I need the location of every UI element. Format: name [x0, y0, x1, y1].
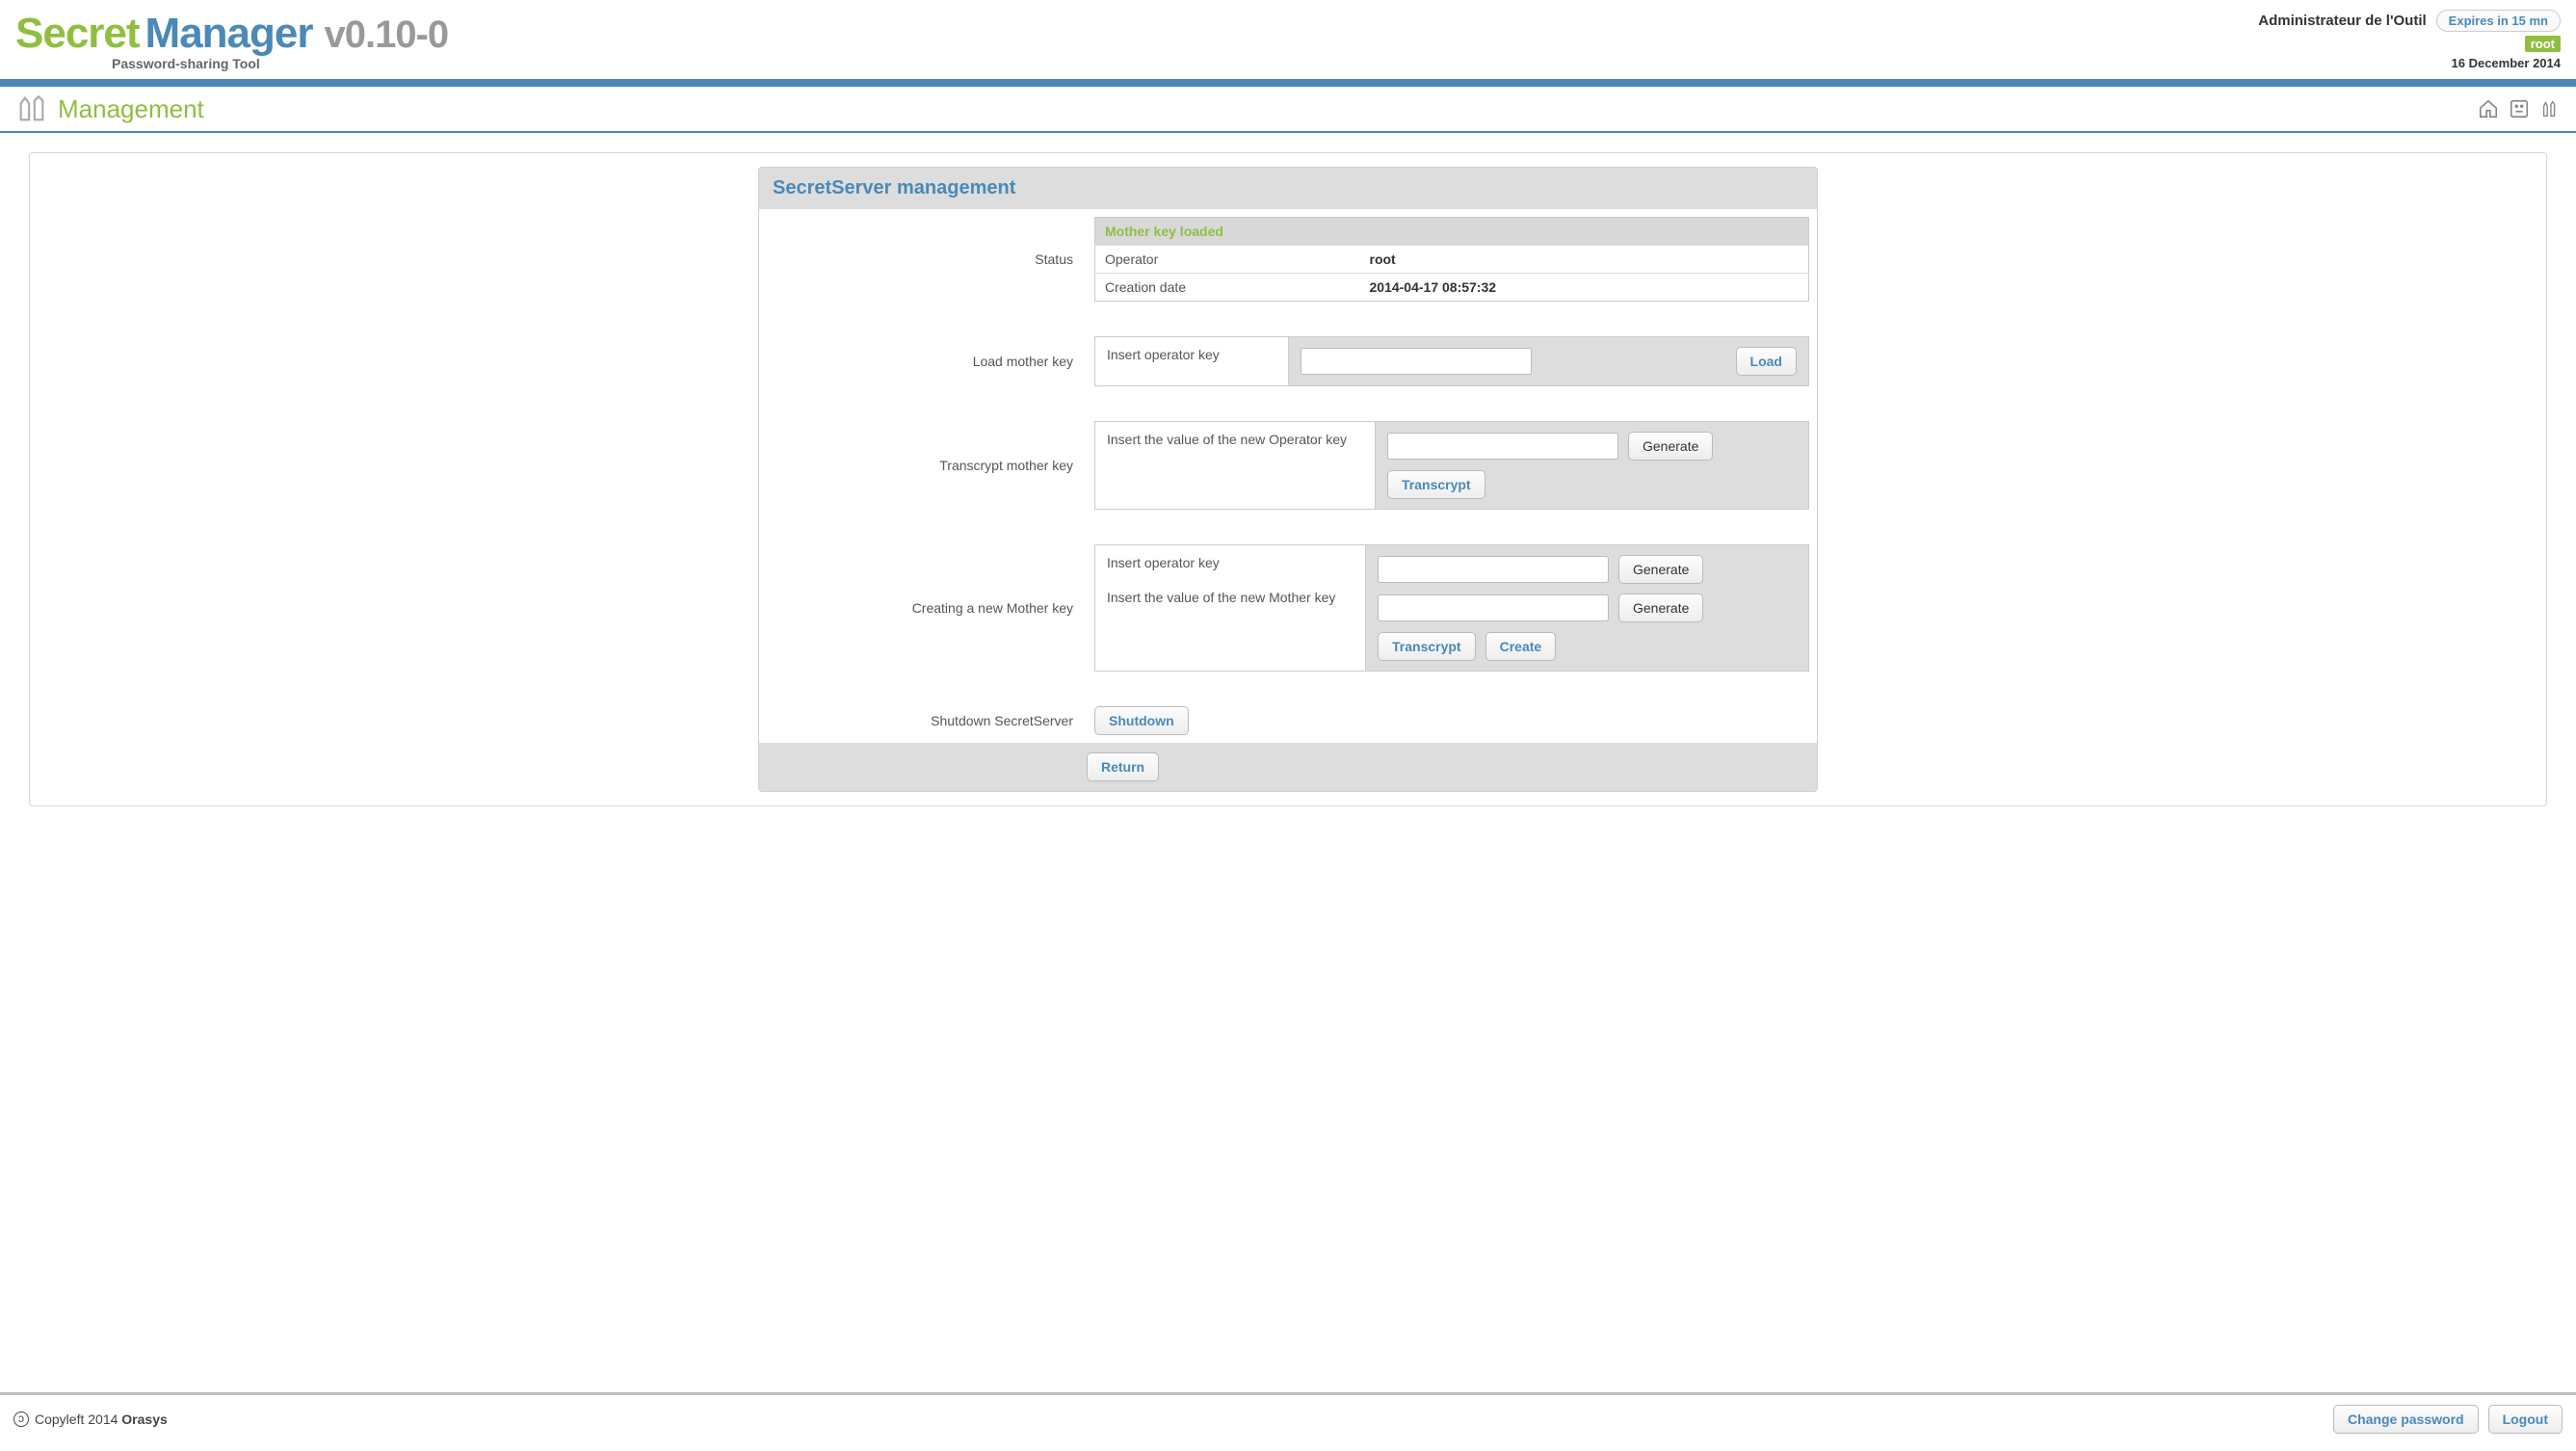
operator-value: root — [1360, 246, 1809, 274]
transcrypt-mother-key-label: Transcrypt mother key — [759, 413, 1087, 517]
divider-bar — [0, 79, 2576, 87]
admin-label: Administrateur de l'Outil — [2258, 13, 2426, 29]
copyleft-org: Orasys — [121, 1411, 167, 1427]
header: SecretManager v0.10-0 Password-sharing T… — [0, 0, 2576, 79]
status-table: Mother key loaded Operator root Creation… — [1094, 217, 1809, 302]
load-mother-key-label: Load mother key — [759, 329, 1087, 394]
home-icon[interactable] — [2478, 98, 2499, 119]
load-button[interactable]: Load — [1736, 347, 1797, 376]
create-mother-key-box: Insert operator key Insert the value of … — [1094, 544, 1809, 672]
return-row: Return — [759, 743, 1817, 791]
copyleft: c Copyleft 2014 Orasys — [13, 1411, 168, 1427]
status-label: Status — [759, 209, 1087, 309]
user-badge: root — [2525, 36, 2561, 52]
section-title: Management — [58, 94, 204, 124]
header-right: Administrateur de l'Outil Expires in 15 … — [2258, 10, 2561, 70]
session-expires-pill[interactable]: Expires in 15 mn — [2436, 10, 2561, 32]
transcrypt-field-label: Insert the value of the new Operator key — [1095, 422, 1375, 509]
change-password-button[interactable]: Change password — [2333, 1405, 2479, 1434]
generate-button-3[interactable]: Generate — [1618, 594, 1703, 622]
load-field-label: Insert operator key — [1095, 337, 1288, 385]
return-button[interactable]: Return — [1087, 752, 1159, 781]
create-button[interactable]: Create — [1485, 632, 1557, 661]
generate-button-2[interactable]: Generate — [1618, 555, 1703, 584]
load-mother-key-box: Insert operator key Load — [1094, 336, 1809, 386]
logo-secret: Secret — [15, 10, 140, 58]
creation-date-label: Creation date — [1095, 274, 1360, 302]
shutdown-button[interactable]: Shutdown — [1094, 706, 1189, 735]
tools-icon — [15, 92, 48, 125]
create-new-mother-key-input[interactable] — [1378, 594, 1609, 621]
management-icon[interactable] — [2539, 98, 2561, 119]
management-panel: SecretServer management Status Mother ke… — [758, 167, 1818, 792]
copyleft-text: Copyleft 2014 — [35, 1411, 121, 1427]
password-icon[interactable] — [2509, 98, 2530, 119]
creation-date-value: 2014-04-17 08:57:32 — [1360, 274, 1809, 302]
logo-manager: Manager — [145, 10, 313, 58]
content-border: SecretServer management Status Mother ke… — [29, 152, 2547, 806]
transcrypt-new-operator-key-input[interactable] — [1387, 433, 1618, 460]
transcrypt-button-2[interactable]: Transcrypt — [1378, 632, 1476, 661]
logo-block: SecretManager v0.10-0 Password-sharing T… — [15, 10, 448, 71]
logo-tagline: Password-sharing Tool — [112, 56, 448, 71]
shutdown-label: Shutdown SecretServer — [759, 699, 1087, 743]
current-date: 16 December 2014 — [2452, 56, 2561, 70]
create-mother-key-label: Creating a new Mother key — [759, 537, 1087, 679]
transcrypt-mother-key-box: Insert the value of the new Operator key… — [1094, 421, 1809, 510]
copyleft-icon: c — [13, 1411, 29, 1427]
create-field2-label: Insert the value of the new Mother key — [1107, 590, 1354, 605]
footer: c Copyleft 2014 Orasys Change password L… — [0, 1392, 2576, 1451]
operator-label: Operator — [1095, 246, 1360, 274]
nav-icons — [2478, 98, 2561, 119]
generate-button[interactable]: Generate — [1628, 432, 1713, 461]
section-title-bar: Management — [0, 87, 2576, 133]
panel-title: SecretServer management — [759, 168, 1817, 209]
status-header: Mother key loaded — [1095, 218, 1809, 246]
create-operator-key-input[interactable] — [1378, 556, 1609, 583]
logout-button[interactable]: Logout — [2488, 1405, 2563, 1434]
create-field1-label: Insert operator key — [1107, 555, 1354, 570]
load-operator-key-input[interactable] — [1301, 348, 1532, 375]
transcrypt-button[interactable]: Transcrypt — [1387, 470, 1485, 499]
logo-version: v0.10-0 — [325, 13, 449, 57]
